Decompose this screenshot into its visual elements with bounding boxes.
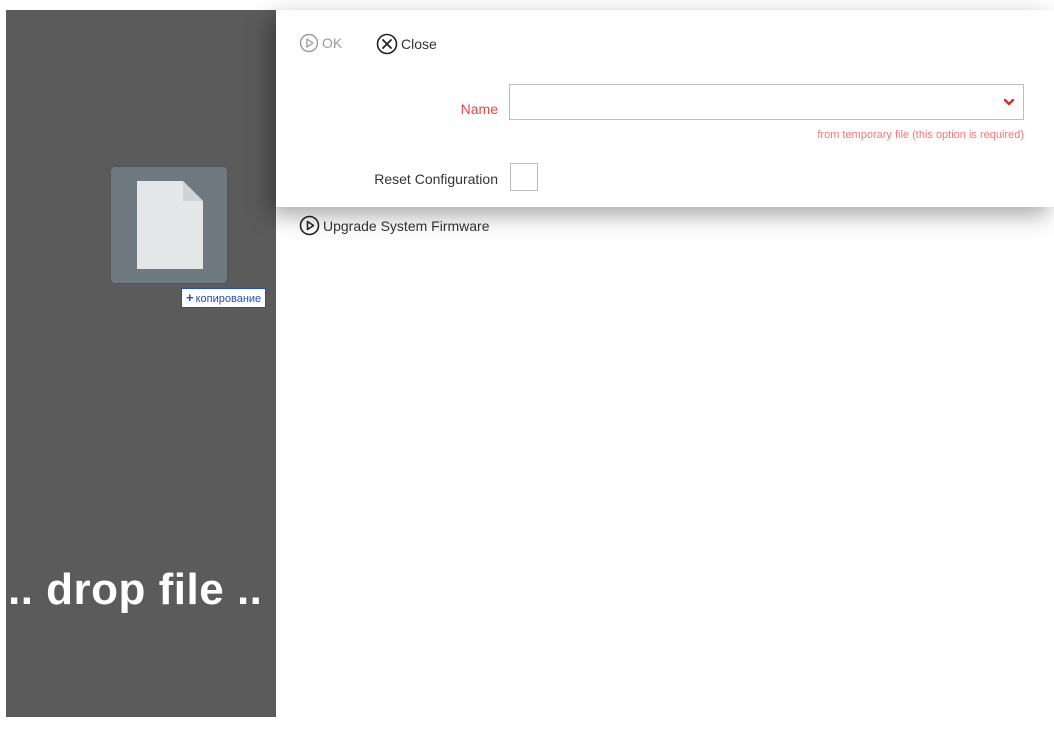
upgrade-firmware-button[interactable]: Upgrade System Firmware — [299, 215, 490, 236]
file-drag-thumbnail — [111, 167, 227, 283]
ok-button[interactable]: OK — [299, 33, 342, 53]
name-select[interactable] — [509, 84, 1024, 120]
reset-configuration-label: Reset Configuration — [374, 171, 498, 187]
document-icon — [137, 181, 203, 269]
close-button-label: Close — [401, 36, 437, 52]
ok-button-label: OK — [322, 35, 343, 51]
plus-icon: + — [186, 290, 194, 305]
chevron-down-icon — [1003, 98, 1015, 106]
name-label: Name — [460, 101, 498, 117]
play-circle-icon — [299, 215, 320, 236]
drop-zone[interactable]: + копирование .. drop file .. — [6, 10, 276, 717]
close-circle-icon — [376, 33, 398, 55]
drop-file-text: .. drop file .. — [8, 565, 263, 614]
copy-badge-label: копирование — [195, 293, 262, 305]
close-button[interactable]: Close — [376, 33, 437, 55]
copy-badge: + копирование — [181, 288, 267, 308]
name-required-hint: from temporary file (this option is requ… — [817, 129, 1024, 141]
upgrade-firmware-label: Upgrade System Firmware — [323, 217, 490, 234]
reset-configuration-checkbox[interactable] — [510, 163, 538, 191]
upload-dialog: OK Close Name from temporary file (this … — [276, 10, 1054, 207]
play-circle-icon — [299, 33, 319, 53]
